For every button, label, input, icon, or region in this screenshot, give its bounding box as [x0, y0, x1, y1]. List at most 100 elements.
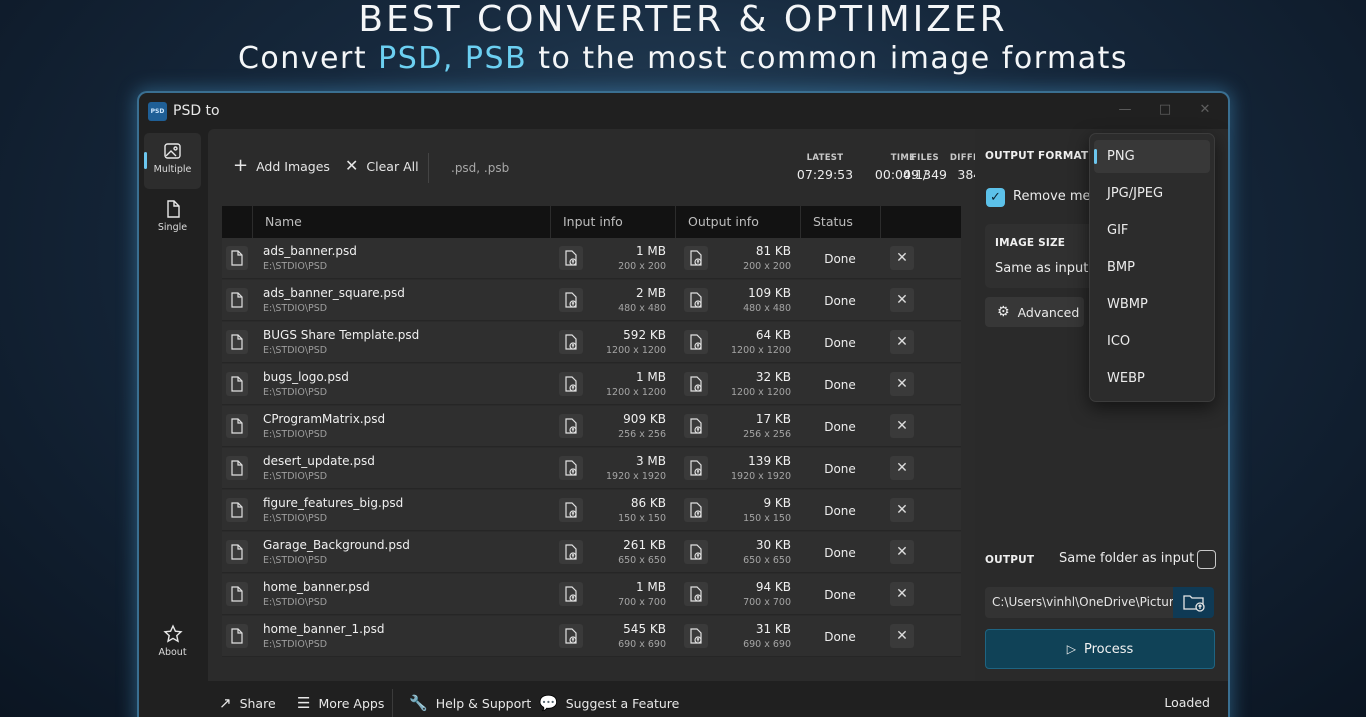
remove-row-icon[interactable]: ✕ [890, 372, 914, 396]
promo-subtitle-prefix: Convert [237, 41, 379, 76]
file-path: E:\STDIO\PSD [263, 303, 328, 314]
process-button[interactable]: ▷ Process [985, 629, 1215, 669]
input-size: 2 MB [635, 286, 666, 300]
file-path: E:\STDIO\PSD [263, 261, 328, 272]
output-dimensions: 700 x 700 [743, 597, 791, 608]
format-option-png[interactable]: PNG [1094, 140, 1210, 173]
output-dimensions: 1920 x 1920 [730, 471, 791, 482]
remove-row-icon[interactable]: ✕ [890, 288, 914, 312]
browse-folder-button[interactable] [1173, 587, 1214, 618]
file-path: E:\STDIO\PSD [263, 597, 328, 608]
remove-row-icon[interactable]: ✕ [890, 246, 914, 270]
format-option-jpg-jpeg[interactable]: JPG/JPEG [1094, 177, 1210, 210]
input-size: 3 MB [635, 454, 666, 468]
status-cell: Done [824, 336, 856, 350]
status-cell: Done [824, 252, 856, 266]
column-status: Status [800, 206, 880, 238]
image-size-label: IMAGE SIZE [995, 237, 1066, 249]
column-name: Name [252, 206, 550, 238]
more-apps-label: More Apps [318, 695, 385, 711]
add-images-button[interactable]: + Add Images [233, 157, 330, 175]
close-icon[interactable]: ✕ [1191, 99, 1219, 121]
input-dimensions: 690 x 690 [618, 639, 666, 650]
table-row[interactable]: ads_banner_square.psd E:\STDIO\PSD 2 MB … [222, 280, 961, 321]
remove-row-icon[interactable]: ✕ [890, 330, 914, 354]
input-dimensions: 1200 x 1200 [605, 387, 666, 398]
files-table: Name Input info Output info Status ads_b… [222, 206, 961, 661]
share-button[interactable]: ↗ Share [219, 694, 276, 712]
list-icon: ☰ [297, 694, 311, 712]
table-row[interactable]: figure_features_big.psd E:\STDIO\PSD 86 … [222, 490, 961, 531]
nav-about[interactable]: About [144, 616, 201, 672]
file-path: E:\STDIO\PSD [263, 429, 328, 440]
nav-multiple[interactable]: Multiple [144, 133, 201, 189]
file-path: E:\STDIO\PSD [263, 555, 328, 566]
file-icon [226, 246, 248, 270]
table-row[interactable]: bugs_logo.psd E:\STDIO\PSD 1 MB 1200 x 1… [222, 364, 961, 405]
suggest-feature-button[interactable]: 💬 Suggest a Feature [539, 694, 679, 712]
format-option-wbmp[interactable]: WBMP [1094, 288, 1210, 321]
output-size: 32 KB [755, 370, 791, 384]
output-size: 94 KB [755, 580, 791, 594]
app-title: PSD to [173, 103, 220, 119]
status-cell: Done [824, 504, 856, 518]
images-icon [163, 143, 181, 159]
output-dimensions: 690 x 690 [743, 639, 791, 650]
format-option-bmp[interactable]: BMP [1094, 251, 1210, 284]
format-option-ico[interactable]: ICO [1094, 325, 1210, 358]
file-path: E:\STDIO\PSD [263, 639, 328, 650]
input-size: 592 KB [623, 328, 666, 342]
output-size: 109 KB [748, 286, 791, 300]
output-size: 31 KB [755, 622, 791, 636]
output-dimensions: 256 x 256 [743, 429, 791, 440]
table-row[interactable]: CProgramMatrix.psd E:\STDIO\PSD 909 KB 2… [222, 406, 961, 447]
share-label: Share [239, 695, 276, 711]
table-row[interactable]: desert_update.psd E:\STDIO\PSD 3 MB 1920… [222, 448, 961, 489]
supported-extensions: .psd, .psb [451, 161, 510, 175]
table-row[interactable]: BUGS Share Template.psd E:\STDIO\PSD 592… [222, 322, 961, 363]
table-header: Name Input info Output info Status [222, 206, 961, 238]
input-size: 909 KB [623, 412, 666, 426]
maximize-icon[interactable]: □ [1151, 99, 1179, 121]
file-name: BUGS Share Template.psd [263, 328, 420, 342]
remove-row-icon[interactable]: ✕ [890, 582, 914, 606]
document-icon [166, 200, 180, 218]
output-size: 30 KB [755, 538, 791, 552]
more-apps-button[interactable]: ☰ More Apps [297, 694, 384, 712]
help-support-button[interactable]: 🔧 Help & Support [409, 694, 531, 712]
output-label: OUTPUT [985, 554, 1035, 566]
clear-all-button[interactable]: ✕ Clear All [345, 157, 419, 175]
format-option-gif[interactable]: GIF [1094, 214, 1210, 247]
stat-files-label: FILES [911, 153, 939, 163]
status-cell: Done [824, 588, 856, 602]
remove-metadata-checkbox[interactable]: ✓ [986, 188, 1005, 207]
output-format-label: OUTPUT FORMAT [985, 150, 1089, 162]
nav-about-label: About [158, 647, 187, 658]
remove-row-icon[interactable]: ✕ [890, 456, 914, 480]
output-path-field[interactable]: C:\Users\vinhl\OneDrive\Pictures [985, 587, 1173, 618]
column-actions [880, 206, 961, 238]
remove-row-icon[interactable]: ✕ [890, 414, 914, 438]
nav-single[interactable]: Single [144, 191, 201, 247]
file-icon [226, 330, 248, 354]
remove-row-icon[interactable]: ✕ [890, 498, 914, 522]
table-row[interactable]: home_banner_1.psd E:\STDIO\PSD 545 KB 69… [222, 616, 961, 657]
star-icon [162, 624, 183, 643]
table-row[interactable]: Garage_Background.psd E:\STDIO\PSD 261 K… [222, 532, 961, 573]
status-cell: Done [824, 378, 856, 392]
wrench-icon: 🔧 [409, 694, 428, 712]
minimize-icon[interactable]: — [1111, 99, 1139, 121]
table-row[interactable]: home_banner.psd E:\STDIO\PSD 1 MB 700 x … [222, 574, 961, 615]
promo-subtitle: Convert PSD, PSB to the most common imag… [0, 40, 1366, 78]
format-dropdown[interactable]: PNG JPG/JPEG GIF BMP WBMP ICO WEBP [1089, 133, 1215, 402]
input-dimensions: 1200 x 1200 [605, 345, 666, 356]
status-cell: Done [824, 630, 856, 644]
file-name: Garage_Background.psd [263, 538, 410, 552]
remove-row-icon[interactable]: ✕ [890, 624, 914, 648]
format-option-webp[interactable]: WEBP [1094, 362, 1210, 395]
advanced-button[interactable]: ⚙ Advanced [985, 297, 1084, 327]
table-row[interactable]: ads_banner.psd E:\STDIO\PSD 1 MB 200 x 2… [222, 238, 961, 279]
same-folder-checkbox[interactable] [1197, 550, 1216, 569]
chat-icon: 💬 [539, 694, 558, 712]
remove-row-icon[interactable]: ✕ [890, 540, 914, 564]
